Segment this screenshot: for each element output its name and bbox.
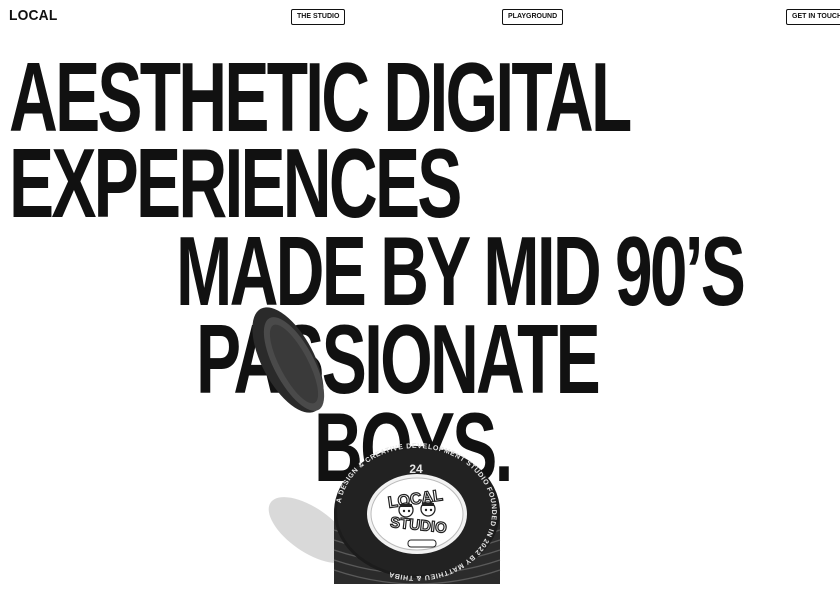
headline-line-5: BOYS.: [314, 392, 513, 502]
hero-headline: AESTHETIC DIGITAL EXPERIENCES MADE BY MI…: [0, 0, 840, 584]
